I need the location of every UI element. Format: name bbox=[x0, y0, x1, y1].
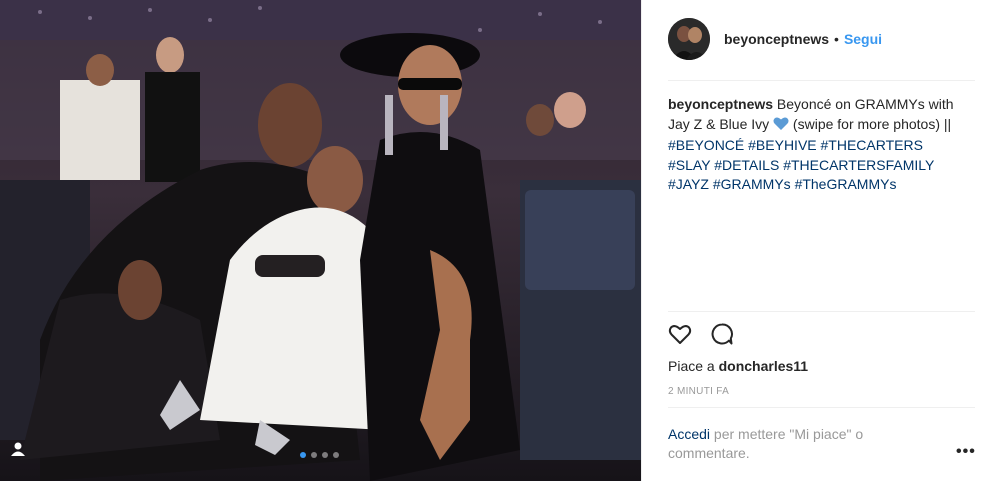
follow-button[interactable]: Segui bbox=[844, 31, 882, 47]
blue-heart-emoji-icon bbox=[773, 116, 789, 137]
divider bbox=[668, 311, 975, 312]
post-timestamp[interactable]: 2 MINUTI FA bbox=[668, 386, 729, 397]
header-username[interactable]: beyonceptnews bbox=[724, 31, 829, 47]
comment-prompt: Accedi per mettere "Mi piace" o commenta… bbox=[668, 425, 928, 463]
divider bbox=[668, 407, 975, 408]
login-link[interactable]: Accedi bbox=[668, 426, 710, 442]
hashtag-link[interactable]: #THECARTERSFAMILY bbox=[783, 157, 934, 173]
carousel-dot[interactable] bbox=[322, 452, 328, 458]
user-tag-icon[interactable] bbox=[10, 441, 34, 465]
likes-line: Piace a doncharles11 bbox=[668, 358, 808, 374]
divider bbox=[668, 80, 975, 81]
caption-text: (swipe for more photos) || bbox=[789, 115, 952, 132]
photo-illustration bbox=[0, 0, 641, 481]
hashtag-link[interactable]: #SLAY bbox=[668, 157, 710, 173]
carousel-dot[interactable] bbox=[333, 452, 339, 458]
hashtag-link[interactable]: #TheGRAMMYs bbox=[795, 176, 897, 192]
hashtag-link[interactable]: #DETAILS bbox=[714, 157, 779, 173]
carousel-dot[interactable] bbox=[311, 452, 317, 458]
post-photo[interactable] bbox=[0, 0, 641, 481]
header-separator: • bbox=[834, 31, 839, 47]
post-header: beyonceptnews • Segui bbox=[668, 18, 882, 60]
comment-bubble-icon[interactable] bbox=[710, 322, 734, 346]
liker-username[interactable]: doncharles11 bbox=[719, 358, 809, 374]
hashtag-link[interactable]: #BEYHIVE bbox=[748, 137, 816, 153]
hashtag-link[interactable]: #THECARTERS bbox=[821, 137, 923, 153]
instagram-post: beyonceptnews • Segui beyonceptnews Beyo… bbox=[0, 0, 1000, 481]
hashtag-link[interactable]: #JAYZ bbox=[668, 176, 709, 192]
likes-prefix: Piace a bbox=[668, 358, 719, 374]
hashtag-link[interactable]: #BEYONCÉ bbox=[668, 137, 744, 153]
avatar[interactable] bbox=[668, 18, 710, 60]
caption-username[interactable]: beyonceptnews bbox=[668, 96, 773, 112]
hashtag-link[interactable]: #GRAMMYs bbox=[713, 176, 791, 192]
post-sidebar: beyonceptnews • Segui beyonceptnews Beyo… bbox=[641, 0, 1000, 481]
carousel-indicator bbox=[300, 452, 339, 458]
more-options-button[interactable]: ••• bbox=[956, 443, 976, 461]
post-actions bbox=[668, 322, 734, 346]
carousel-dot[interactable] bbox=[300, 452, 306, 458]
heart-outline-icon[interactable] bbox=[668, 322, 692, 346]
post-caption: beyonceptnews Beyoncé on GRAMMYs with Ja… bbox=[668, 95, 968, 195]
